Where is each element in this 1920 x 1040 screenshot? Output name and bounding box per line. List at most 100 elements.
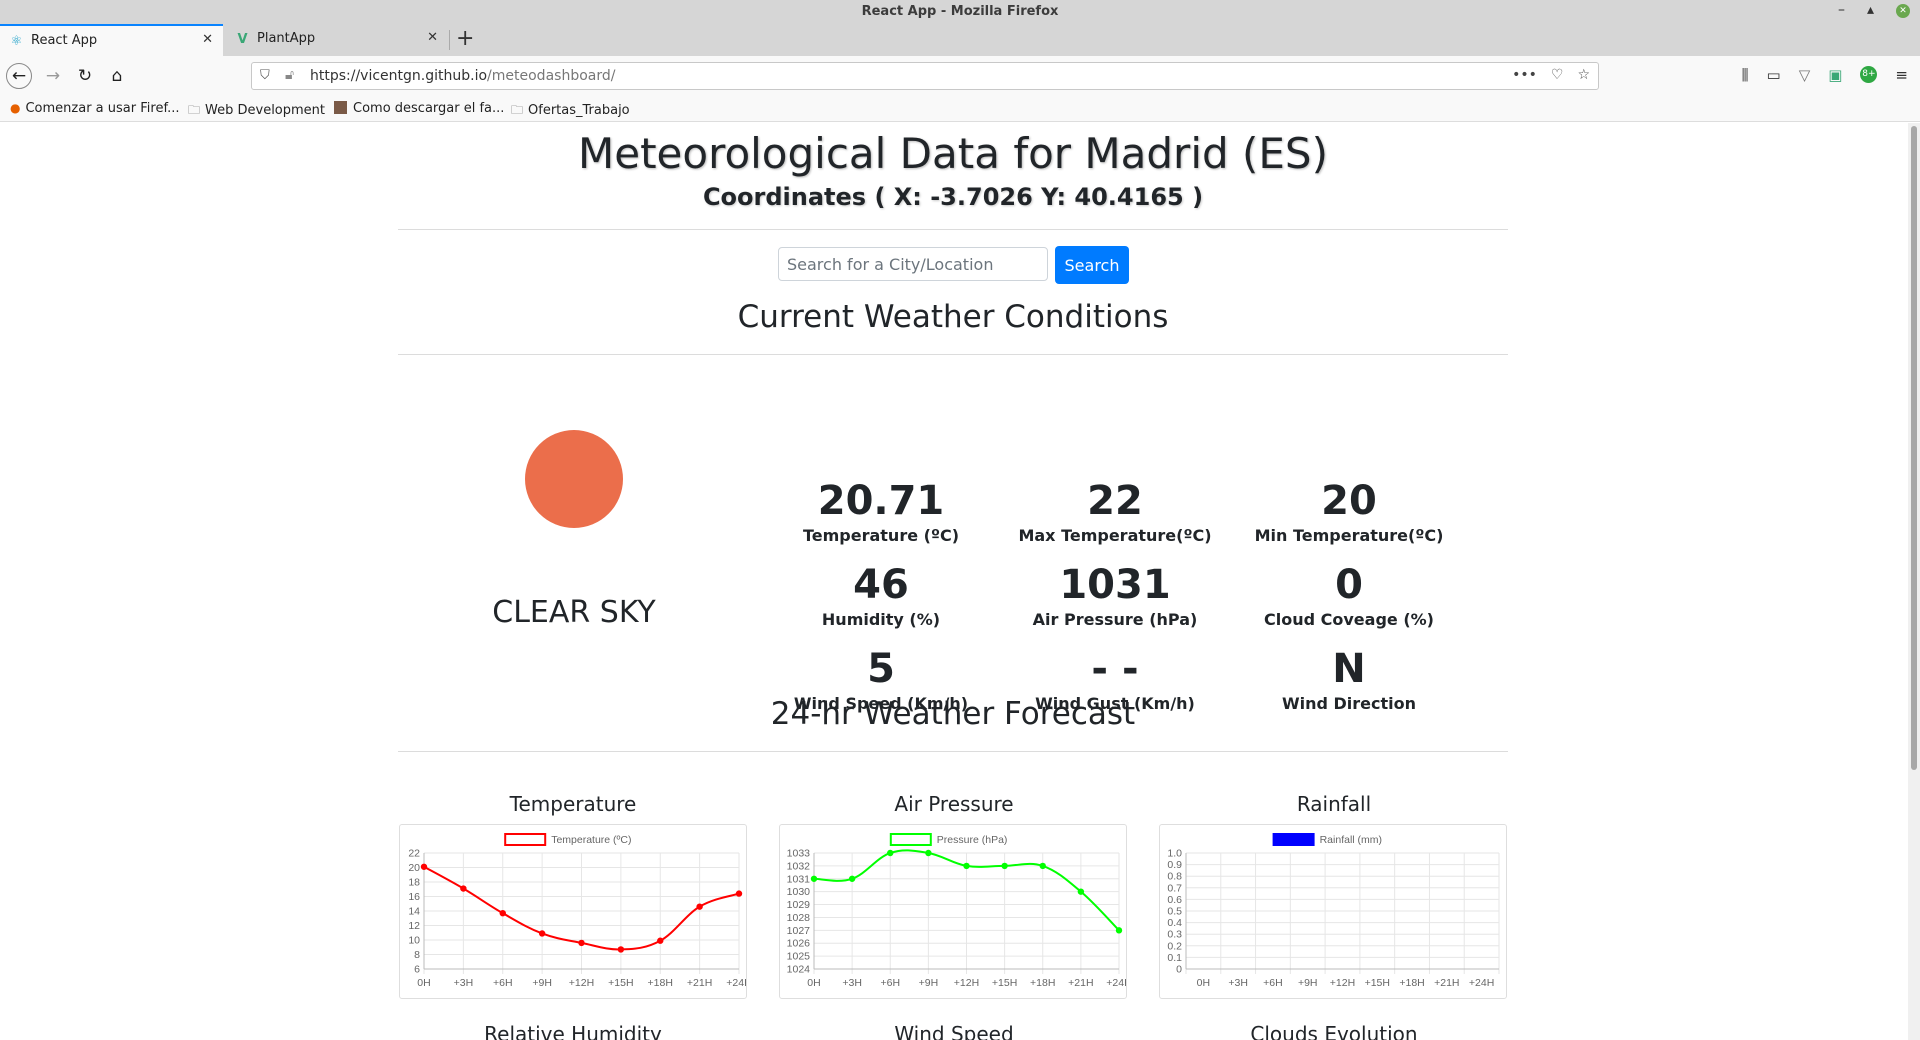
close-window-icon[interactable]: ✕: [1896, 4, 1910, 18]
y-tick-label: 0.4: [1167, 917, 1182, 929]
bookmark-label: Web Development: [205, 103, 326, 118]
close-tab-icon[interactable]: ✕: [427, 30, 438, 45]
search-input[interactable]: [778, 247, 1048, 281]
home-icon[interactable]: ⌂: [104, 63, 130, 89]
folder-icon: 🗀: [511, 103, 524, 117]
y-tick-label: 1028: [787, 912, 811, 924]
back-arrow-icon[interactable]: ←: [6, 63, 32, 89]
tab-react-app[interactable]: ⚛ React App ✕: [0, 24, 223, 56]
react-icon: ⚛: [10, 34, 23, 49]
chart-title-air-pressure: Air Pressure: [894, 792, 1014, 816]
bookmark-label: Como descargar el fa...: [353, 101, 505, 116]
x-tick-label: +15H: [608, 977, 633, 989]
current-conditions-title: Current Weather Conditions: [737, 299, 1169, 335]
x-tick-label: +24H: [1469, 977, 1494, 989]
x-tick-label: +18H: [1030, 977, 1055, 989]
y-tick-label: 0.1: [1167, 952, 1182, 964]
metric-min-temperature: 20 Min Temperature(ºC): [1232, 478, 1466, 545]
bookmark-item[interactable]: Como descargar el fa...: [334, 101, 504, 116]
data-point: [810, 875, 818, 882]
y-tick-label: 0.7: [1167, 882, 1182, 894]
x-tick-label: 0H: [417, 977, 430, 989]
data-point: [887, 849, 894, 857]
y-tick-label: 1025: [787, 951, 811, 963]
tracking-shield-icon[interactable]: ⛉: [260, 68, 270, 83]
extension-badge-icon[interactable]: 8+: [1860, 66, 1878, 83]
firefox-icon: ●: [10, 101, 21, 115]
scrollbar-thumb[interactable]: [1911, 126, 1917, 770]
metric-label: Max Temperature(ºC): [1018, 526, 1212, 545]
y-tick-label: 14: [408, 906, 420, 918]
search-button[interactable]: Search: [1055, 246, 1129, 284]
tab-label: React App: [31, 33, 98, 48]
bookmarks-toolbar: ● Comenzar a usar Firef... 🗀 Web Developme…: [0, 96, 1920, 122]
bookmark-folder[interactable]: 🗀 Web Development: [188, 101, 325, 122]
x-tick-label: +21H: [1434, 977, 1459, 989]
metric-air-pressure: 1031 Air Pressure (hPa): [998, 562, 1232, 629]
metric-value: 0: [1335, 562, 1363, 608]
temperature-chart[interactable]: Temperature (ºC) 22 20 18 16 14 12 10 8 6 0H +3H +6H…: [399, 824, 747, 999]
page-actions-icon[interactable]: •••: [1512, 67, 1537, 83]
metric-value: 5: [867, 646, 895, 692]
tab-plantapp[interactable]: V PlantApp ✕: [226, 24, 448, 56]
close-tab-icon[interactable]: ✕: [202, 32, 213, 47]
data-point: [735, 890, 743, 897]
x-tick-label: +12H: [569, 977, 594, 989]
folder-icon: 🗀: [188, 103, 201, 117]
y-tick-label: 0: [1176, 964, 1182, 976]
chart-title-temperature: Temperature: [509, 792, 637, 816]
x-tick-label: +15H: [1365, 977, 1390, 989]
url-bar[interactable]: ⛉ 🔓︎ https://vicentgn.github.io/meteodas…: [251, 62, 1599, 90]
menu-icon[interactable]: ≡: [1895, 66, 1908, 84]
metric-label: Cloud Coveage (%): [1264, 610, 1434, 629]
chart-title-relative-humidity: Relative Humidity: [484, 1022, 662, 1040]
minimize-icon[interactable]: –: [1838, 2, 1845, 18]
url-path: /meteodashboard/: [487, 68, 616, 84]
metric-label: Humidity (%): [821, 610, 941, 629]
y-tick-label: 8: [414, 949, 420, 961]
x-tick-label: 0H: [1197, 977, 1210, 989]
y-tick-label: 1031: [787, 873, 811, 885]
y-tick-label: 0.9: [1167, 859, 1182, 871]
tab-label: PlantApp: [257, 31, 316, 46]
url-text[interactable]: https://vicentgn.github.io/meteodashboar…: [310, 68, 615, 84]
bookmark-folder[interactable]: 🗀 Ofertas_Trabajo: [511, 101, 630, 122]
metric-value: 1031: [1059, 562, 1171, 608]
y-tick-label: 1029: [787, 899, 811, 911]
page-scrollbar[interactable]: [1908, 123, 1920, 1040]
sidebar-icon[interactable]: ▭: [1767, 66, 1781, 84]
y-tick-label: 0.3: [1167, 929, 1182, 941]
bookmark-star-icon[interactable]: ☆: [1577, 67, 1590, 83]
maximize-icon[interactable]: ▴: [1867, 2, 1874, 18]
data-point: [499, 909, 506, 917]
pocket-icon[interactable]: ♡: [1551, 67, 1564, 83]
air-pressure-chart[interactable]: Pressure (hPa) 1033 1032 1031 1030 1029 1028 10…: [779, 824, 1127, 999]
vue-devtools-icon[interactable]: ▽: [1799, 66, 1811, 84]
bookmark-item[interactable]: ● Comenzar a usar Firef...: [10, 101, 179, 116]
y-tick-label: 0.5: [1167, 906, 1182, 918]
y-tick-label: 1026: [787, 938, 811, 950]
y-tick-label: 1030: [787, 886, 811, 898]
x-tick-label: +9H: [919, 977, 939, 989]
forward-arrow-icon[interactable]: →: [40, 63, 66, 89]
y-tick-label: 22: [408, 848, 420, 860]
metric-label: Min Temperature(ºC): [1254, 526, 1444, 545]
reload-icon[interactable]: ↻: [72, 63, 98, 89]
metric-value: - -: [1091, 646, 1139, 692]
legend-label: Temperature (ºC): [551, 834, 631, 846]
x-tick-label: +6H: [1263, 977, 1283, 989]
extension-icon[interactable]: ▣: [1828, 66, 1842, 84]
rainfall-chart-svg: Rainfall (mm) 1.00.90.80.70.60.50.40.30.2…: [1167, 833, 1500, 989]
divider: [398, 354, 1508, 355]
warning-lock-icon[interactable]: 🔓︎: [285, 67, 294, 83]
library-icon[interactable]: ⫼: [1742, 66, 1749, 84]
y-tick-label: 18: [408, 877, 420, 889]
metric-value: 46: [853, 562, 909, 608]
bookmark-label: Ofertas_Trabajo: [528, 103, 630, 118]
rainfall-chart[interactable]: Rainfall (mm) 1.0 0.9 0.8 0.7 0.6 0.5 0.4 0.3 0.2…: [1159, 824, 1507, 999]
data-point: [696, 903, 703, 910]
new-tab-icon[interactable]: +: [456, 26, 474, 51]
x-tick-label: +21H: [687, 977, 712, 989]
x-tick-label: +6H: [493, 977, 513, 989]
chart-title-rainfall: Rainfall: [1296, 792, 1372, 816]
